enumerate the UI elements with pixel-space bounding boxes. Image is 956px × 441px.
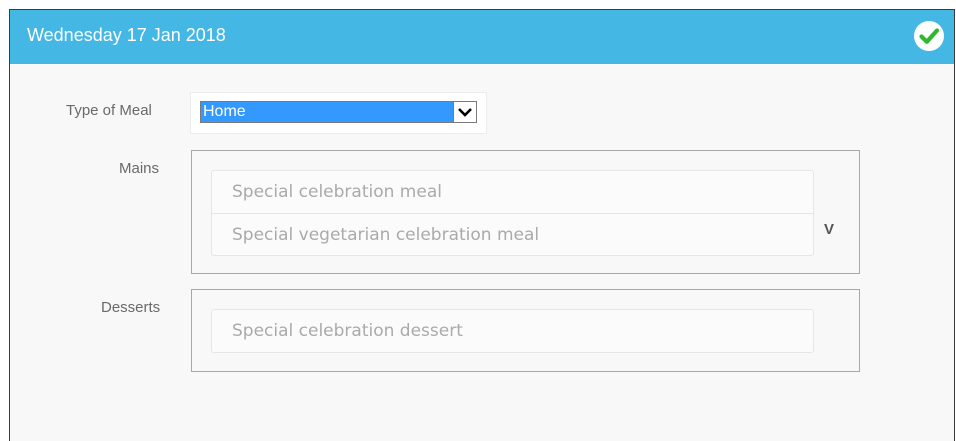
day-title: Wednesday 17 Jan 2018 bbox=[27, 25, 226, 45]
desserts-label: Desserts bbox=[101, 299, 161, 316]
meal-type-selected-value: Home bbox=[201, 102, 453, 122]
mains-list: Special celebration meal Special vegetar… bbox=[211, 170, 814, 256]
desserts-group: Special celebration dessert bbox=[191, 289, 860, 372]
day-header: Wednesday 17 Jan 2018 bbox=[10, 10, 954, 64]
chevron-down-icon bbox=[458, 108, 472, 117]
list-item[interactable]: Special celebration dessert bbox=[212, 310, 813, 352]
meal-type-label: Type of Meal bbox=[66, 102, 152, 119]
vegetarian-marker: V bbox=[824, 221, 835, 238]
mains-label: Mains bbox=[119, 160, 160, 177]
meal-day-panel: Wednesday 17 Jan 2018 Type of Meal Home … bbox=[9, 9, 955, 441]
check-circle-icon[interactable] bbox=[913, 20, 945, 52]
list-item[interactable]: Special vegetarian celebration meal bbox=[212, 213, 813, 255]
desserts-list: Special celebration dessert bbox=[211, 309, 814, 353]
dropdown-arrow[interactable] bbox=[453, 102, 476, 122]
meal-type-select[interactable]: Home bbox=[200, 101, 477, 123]
list-item[interactable]: Special celebration meal bbox=[212, 171, 813, 213]
meal-type-select-wrapper: Home bbox=[190, 92, 487, 134]
mains-group: Special celebration meal Special vegetar… bbox=[191, 150, 860, 274]
